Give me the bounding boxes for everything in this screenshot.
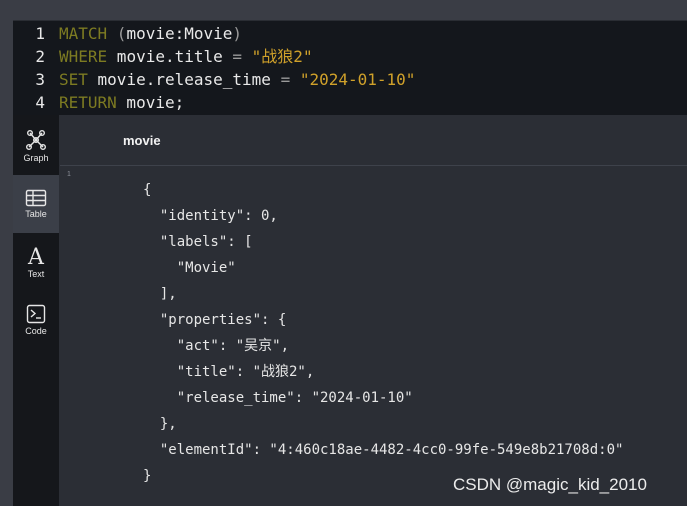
json-line: ], [143, 286, 177, 302]
string-literal: "战狼2" [251, 47, 313, 66]
json-line: "elementId": "4:460c18ae-4482-4cc0-99fe-… [143, 442, 624, 458]
result-view-sidebar: Graph Table A Text Code [13, 115, 59, 506]
line-number: 3 [35, 70, 45, 89]
left-border [0, 20, 13, 506]
view-table-button[interactable]: Table [13, 175, 59, 233]
json-line: "labels": [ [143, 234, 253, 250]
code-line-2: 2 WHERE movie.title = "战狼2" [13, 45, 313, 68]
keyword-return: RETURN [59, 93, 117, 112]
watermark-text: CSDN @magic_kid_2010 [453, 475, 647, 494]
line-number: 1 [35, 24, 45, 43]
keyword-where: WHERE [59, 47, 108, 66]
text-icon: A [27, 245, 45, 267]
code-icon [26, 304, 46, 324]
row-number: 1 [67, 171, 71, 178]
view-table-label: Table [25, 209, 47, 219]
json-line: } [143, 468, 152, 484]
keyword-set: SET [59, 70, 88, 89]
view-code-label: Code [25, 326, 47, 336]
table-header: movie [60, 115, 687, 166]
json-line: "Movie" [143, 260, 236, 276]
return-expression: movie; [116, 93, 185, 112]
code-line-1: 1 MATCH (movie:Movie) [13, 22, 242, 45]
view-text-button[interactable]: A Text [13, 233, 59, 291]
json-line: }, [143, 416, 177, 432]
code-line-4: 4 RETURN movie; [13, 91, 184, 114]
operator: = [270, 70, 300, 89]
code-line-3: 3 SET movie.release_time = "2024-01-10" [13, 68, 415, 91]
line-number: 4 [35, 93, 45, 112]
property-ref: movie.release_time [87, 70, 271, 89]
json-line: "title": "战狼2", [143, 364, 315, 380]
view-graph-button[interactable]: Graph [13, 117, 59, 175]
column-header-movie[interactable]: movie [123, 133, 161, 148]
top-border [0, 0, 687, 20]
paren-open: ( [107, 24, 127, 43]
property-ref: movie.title [107, 47, 223, 66]
graph-icon [26, 130, 46, 150]
view-code-button[interactable]: Code [13, 291, 59, 349]
string-literal: "2024-01-10" [299, 70, 416, 89]
svg-text:A: A [27, 245, 45, 267]
node-pattern: movie:Movie [126, 24, 233, 43]
json-line: "act": "吴京", [143, 338, 290, 354]
json-line: "release_time": "2024-01-10" [143, 390, 413, 406]
query-editor[interactable]: 1 MATCH (movie:Movie) 2 WHERE movie.title … [13, 20, 687, 115]
json-line: "properties": { [143, 312, 287, 328]
view-text-label: Text [27, 269, 45, 279]
table-icon [25, 189, 47, 207]
result-table: movie 1 { "identity": 0, "labels": [ "Mo… [60, 115, 687, 506]
json-line: "identity": 0, [143, 208, 278, 224]
json-line: { [143, 182, 152, 198]
keyword-match: MATCH [59, 24, 108, 43]
operator: = [222, 47, 252, 66]
view-graph-label: Graph [23, 153, 49, 163]
paren-close: ) [232, 24, 243, 43]
line-number: 2 [35, 47, 45, 66]
